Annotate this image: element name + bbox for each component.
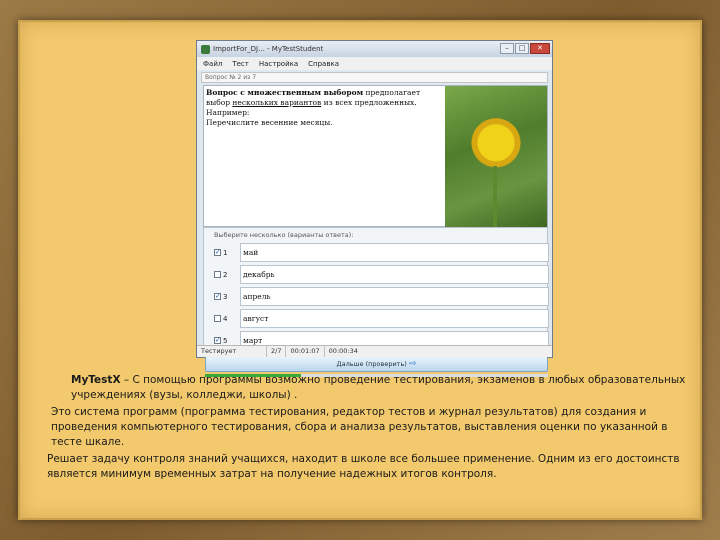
minimize-button[interactable]: –: [500, 43, 514, 54]
answer-number: 2: [223, 270, 228, 279]
status-time-elapsed: 00:01:07: [286, 346, 325, 357]
menu-bar: Файл Тест Настройка Справка: [197, 57, 552, 70]
answer-row-1: ✓ 1 май: [212, 242, 549, 263]
answer-checkbox-5[interactable]: ✓: [214, 337, 221, 344]
question-underlined: нескольких вариантов: [232, 98, 322, 107]
dandelion-image: [445, 86, 547, 228]
answer-row-2: 2 декабрь: [212, 264, 549, 285]
answer-number: 5: [223, 336, 228, 345]
answer-row-4: 4 август: [212, 308, 549, 329]
flower-stem: [493, 166, 497, 228]
caption-paragraph-3: Решает задачу контроля знаний учащихся, …: [47, 453, 680, 480]
caption-paragraph-1: MyTestX – С помощью программы возможно п…: [71, 374, 686, 401]
answer-number: 1: [223, 248, 228, 257]
answer-text: декабрь: [240, 265, 549, 284]
status-bar: Тестирует 2/7 00:01:07 00:00:34: [197, 345, 552, 357]
next-button-label: Дальше (проверить): [336, 360, 407, 368]
caption-paragraph-2: Это система программ (программа тестиров…: [51, 406, 668, 448]
title-bar: ImportFor_DJ... - MyTestStudent – □ ✕: [197, 41, 552, 57]
status-counter: 2/7: [267, 346, 287, 357]
answer-text: август: [240, 309, 549, 328]
close-button[interactable]: ✕: [530, 43, 550, 54]
menu-settings[interactable]: Настройка: [259, 60, 298, 68]
question-bold: Вопрос с множественным выбором: [206, 88, 364, 97]
answer-checkbox-4[interactable]: [214, 315, 221, 322]
question-number: Вопрос № 2 из 7: [201, 72, 548, 83]
answers-group: Выберите несколько (варианты ответа): ✓ …: [203, 227, 549, 353]
mytest-window: ImportFor_DJ... - MyTestStudent – □ ✕ Фа…: [196, 40, 553, 377]
window-title: ImportFor_DJ... - MyTestStudent: [213, 45, 324, 53]
status-mode: Тестирует: [197, 346, 267, 357]
answer-text: апрель: [240, 287, 549, 306]
slide-caption: MyTestX – С помощью программы возможно п…: [37, 373, 687, 484]
menu-test[interactable]: Тест: [232, 60, 249, 68]
answers-legend: Выберите несколько (варианты ответа):: [214, 231, 354, 239]
menu-file[interactable]: Файл: [203, 60, 222, 68]
maximize-button[interactable]: □: [515, 43, 529, 54]
app-icon: [201, 44, 210, 54]
status-time-question: 00:00:34: [328, 347, 358, 355]
answer-checkbox-2[interactable]: [214, 271, 221, 278]
answer-number: 3: [223, 292, 228, 301]
answer-text: май: [240, 243, 549, 262]
answer-number: 4: [223, 314, 228, 323]
product-name: MyTestX: [71, 374, 121, 386]
answer-row-3: ✓ 3 апрель: [212, 286, 549, 307]
answer-checkbox-1[interactable]: ✓: [214, 249, 221, 256]
next-check-button[interactable]: Дальше (проверить) ⇨: [205, 356, 548, 372]
arrow-right-icon: ⇨: [408, 359, 417, 369]
question-text: Вопрос с множественным выбором предполаг…: [206, 88, 421, 127]
question-panel: Вопрос с множественным выбором предполаг…: [203, 85, 548, 228]
answer-checkbox-3[interactable]: ✓: [214, 293, 221, 300]
menu-help[interactable]: Справка: [308, 60, 339, 68]
window-controls: – □ ✕: [500, 43, 550, 54]
